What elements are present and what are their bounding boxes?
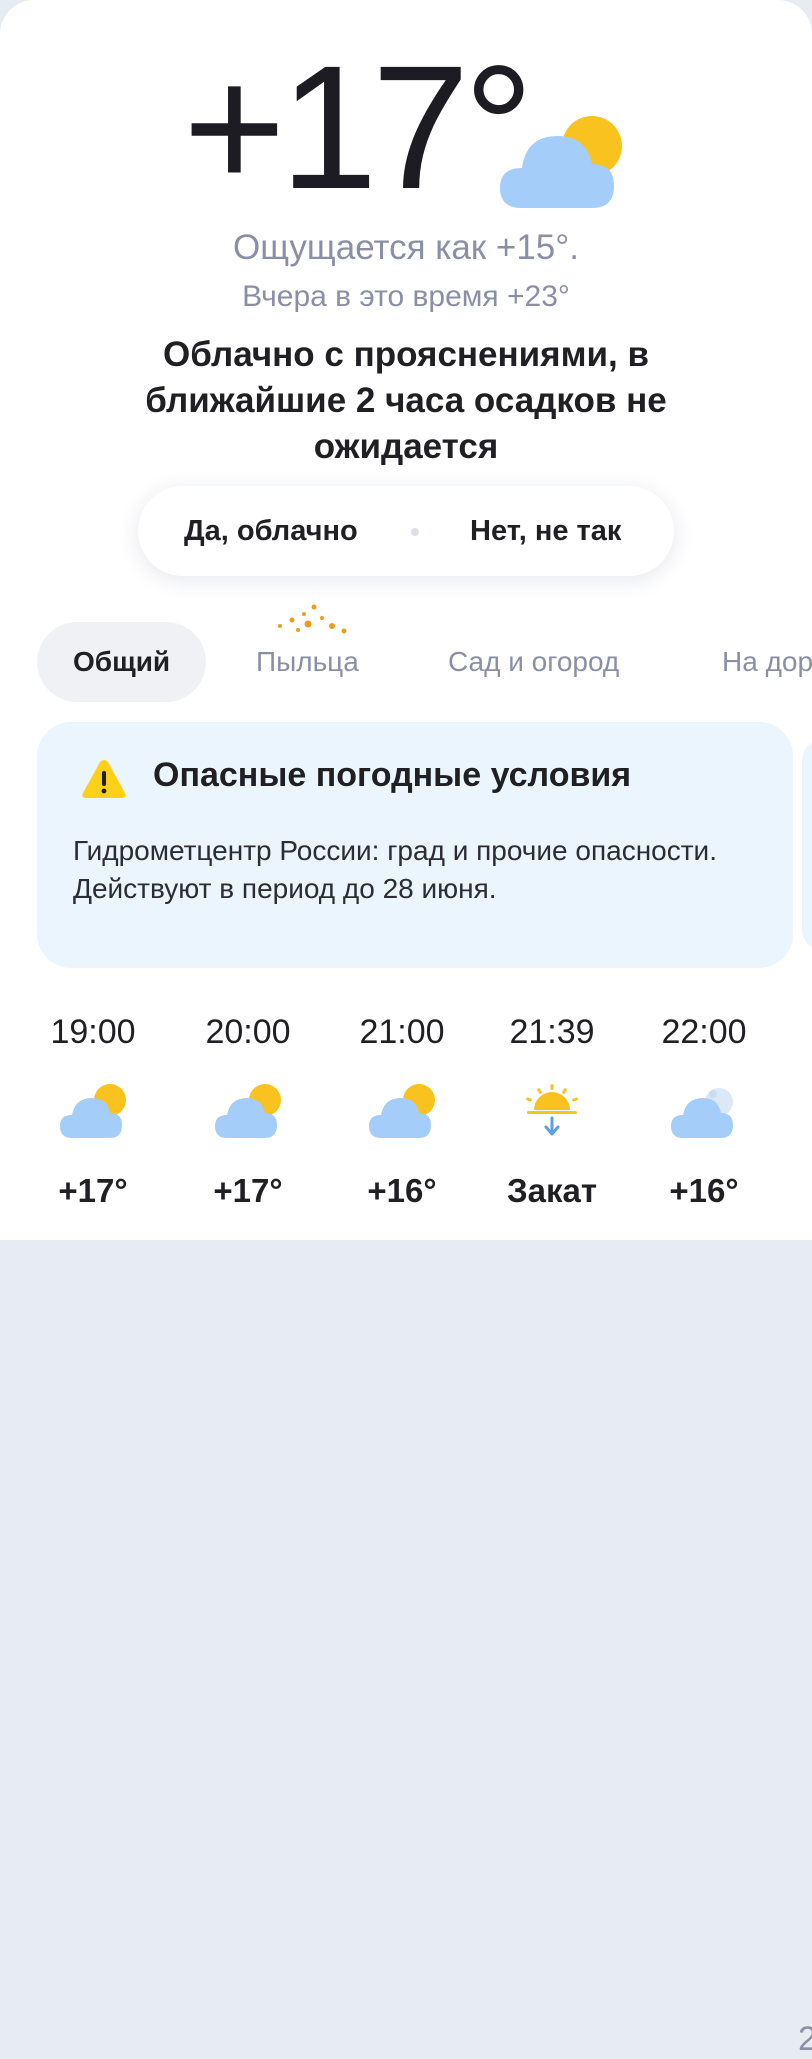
weather-card: +17° Ощущается как +15°. Вчера в это вре… (0, 0, 812, 2058)
yesterday-text: Вчера в это время +23° (242, 280, 570, 313)
hour-temp: +17° (58, 1172, 128, 1209)
alert-title: Опасные погодные условия (153, 756, 632, 794)
hour-temp: +16° (669, 1172, 739, 1209)
hourly-item[interactable]: 22:00 +16° (634, 1010, 774, 1210)
hourly-forecast: 19:00 +17° 20:00 +17° 21:00 +16° 21:39 З… (0, 1010, 812, 2058)
cloud-moon-icon (671, 1088, 733, 1138)
tab-road[interactable]: На дороге (722, 622, 812, 702)
feedback-yes-button[interactable]: Да, облачно (184, 486, 358, 576)
cloud-sun-icon (500, 116, 622, 208)
hour-time: 21:39 (509, 1013, 595, 1051)
next-alert-card[interactable] (802, 740, 812, 950)
condition-text: Облачно с прояснениями, в ближайшие 2 ча… (145, 335, 667, 466)
feedback-pill: Да, облачно Нет, не так (138, 486, 674, 576)
hourly-item[interactable]: 21:00 +16° (332, 1010, 472, 1210)
hourly-item[interactable]: 20:00 +17° (178, 1010, 318, 1210)
tab-bar: Общий Пыльца Сад и огород На дороге (0, 600, 812, 710)
warning-icon (82, 760, 126, 798)
tab-general[interactable]: Общий (37, 622, 207, 702)
hour-temp: Закат (506, 1172, 598, 1209)
cloud-sun-icon (369, 1084, 435, 1138)
hour-temp: +16° (367, 1172, 437, 1209)
cloud-sun-icon (60, 1084, 126, 1138)
weather-alert-card[interactable]: Опасные погодные условия Гидрометцентр Р… (37, 722, 793, 968)
sunset-icon (526, 1084, 578, 1136)
hourly-item[interactable]: 19:00 +17° (23, 1010, 163, 1210)
current-temperature: +17° (183, 30, 534, 226)
current-weather: +17° (0, 40, 812, 216)
tab-garden[interactable]: Сад и огород (448, 622, 619, 702)
feels-like-text: Ощущается как +15°. (233, 228, 579, 267)
feedback-separator (411, 528, 419, 536)
tab-pollen[interactable]: Пыльца (256, 622, 359, 702)
hour-time: 22:00 (661, 1013, 747, 1051)
hourly-next-item[interactable]: 2 (798, 2020, 812, 2059)
hour-time: 20:00 (205, 1013, 291, 1051)
hour-time: 19:00 (50, 1013, 136, 1051)
hour-temp: +17° (213, 1172, 283, 1209)
hour-time: 21:00 (359, 1013, 445, 1051)
feedback-no-button[interactable]: Нет, не так (470, 486, 621, 576)
cloud-sun-icon (215, 1084, 281, 1138)
alert-text: Гидрометцентр России: град и прочие опас… (73, 835, 717, 904)
hourly-item[interactable]: 21:39 Закат (482, 1010, 622, 1210)
